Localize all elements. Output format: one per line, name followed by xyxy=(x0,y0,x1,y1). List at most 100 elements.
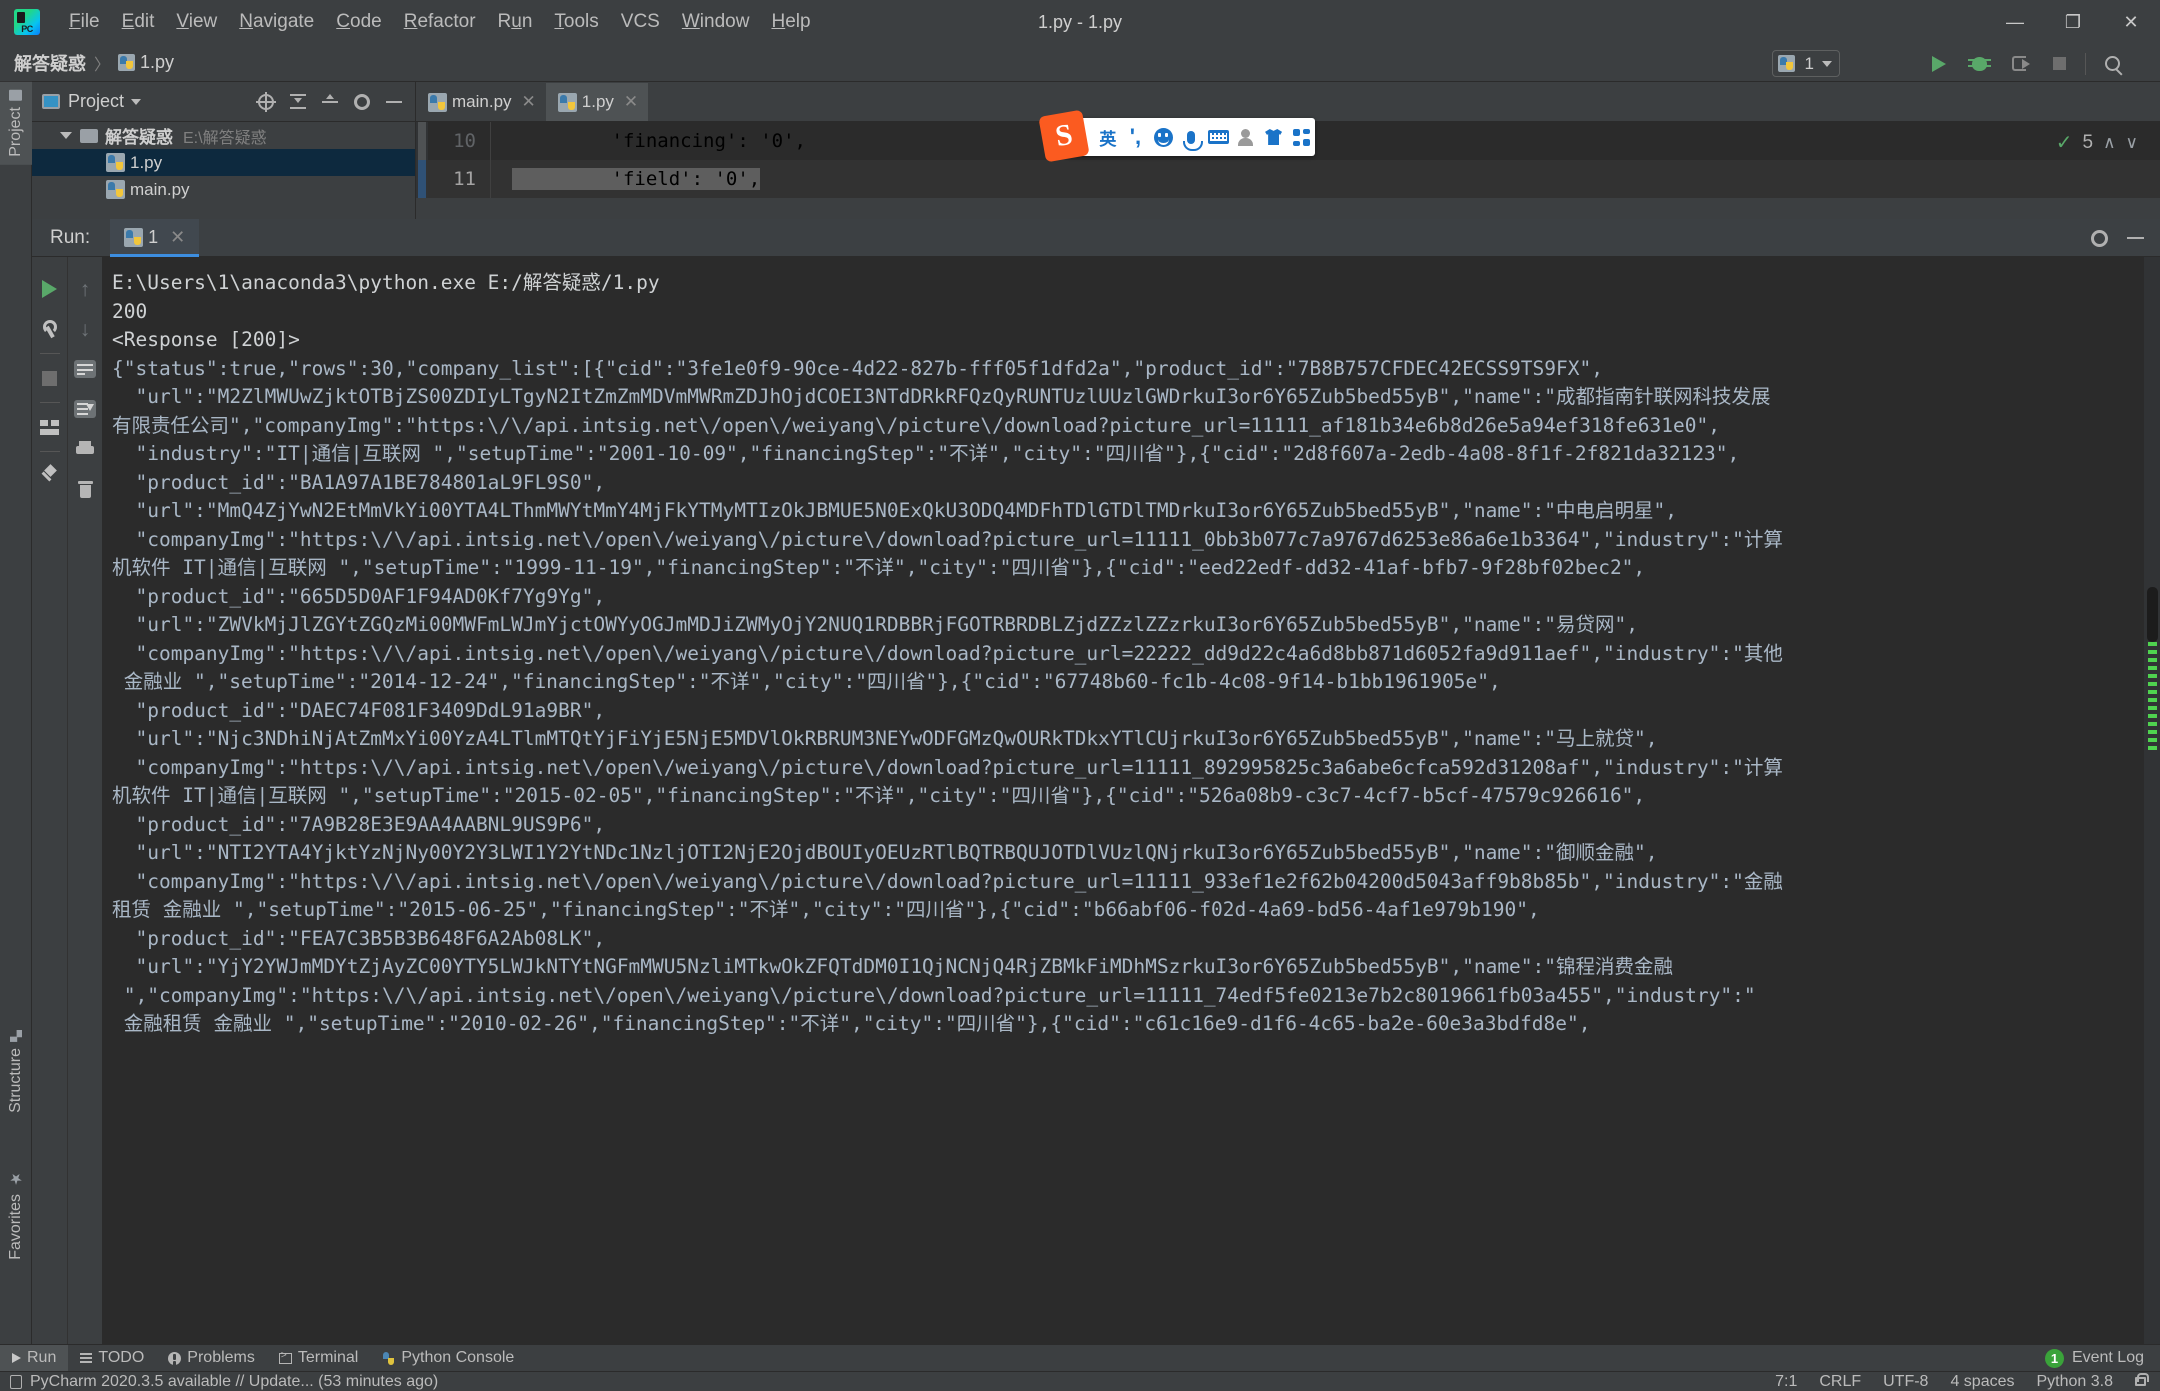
edit-configuration-button[interactable] xyxy=(34,309,66,349)
line-separator[interactable]: CRLF xyxy=(1819,1373,1861,1391)
menu-window[interactable]: Window xyxy=(671,7,761,37)
clear-all-button[interactable] xyxy=(69,469,101,509)
tree-node-label: 1.py xyxy=(130,152,163,172)
status-message-area[interactable]: PyCharm 2020.3.5 available // Update... … xyxy=(0,1373,438,1391)
tree-node-project-root[interactable]: 解答疑惑 E:\解答疑惑 xyxy=(32,122,415,149)
menu-edit[interactable]: Edit xyxy=(111,7,166,37)
menu-code[interactable]: Code xyxy=(325,7,392,37)
search-everywhere-button[interactable] xyxy=(2094,46,2130,82)
ime-voice-input-icon[interactable] xyxy=(1178,122,1204,152)
divider xyxy=(39,353,60,354)
rerun-button[interactable] xyxy=(34,269,66,309)
menu-refactor[interactable]: Refactor xyxy=(393,7,487,37)
file-encoding[interactable]: UTF-8 xyxy=(1883,1373,1928,1391)
soft-wrap-button[interactable] xyxy=(69,349,101,389)
ime-soft-keyboard-icon[interactable] xyxy=(1206,122,1232,152)
ime-app-grid-icon[interactable] xyxy=(1288,122,1314,152)
expand-all-button[interactable] xyxy=(315,87,345,117)
run-configuration-selector[interactable]: 1 xyxy=(1771,50,1840,77)
menu-run[interactable]: Run xyxy=(487,7,544,37)
layout-settings-button[interactable] xyxy=(34,407,66,447)
ime-skin-icon[interactable] xyxy=(1261,122,1287,152)
hide-project-button[interactable] xyxy=(379,87,409,117)
minimize-button[interactable]: — xyxy=(1986,0,2044,44)
sidebar-favorites-label: Favorites xyxy=(7,1194,24,1260)
menu-tools[interactable]: Tools xyxy=(543,7,609,37)
run-tab-1[interactable]: 1 ✕ xyxy=(110,218,200,257)
fold-gutter[interactable] xyxy=(490,160,512,198)
menu-help[interactable]: Help xyxy=(760,7,821,37)
close-icon[interactable]: ✕ xyxy=(522,92,536,112)
run-button[interactable] xyxy=(1921,46,1957,82)
ime-emoji-icon[interactable] xyxy=(1150,122,1176,152)
menu-vcs[interactable]: VCS xyxy=(610,7,671,37)
sidebar-item-project[interactable]: Project xyxy=(0,82,32,165)
bottom-tab-todo[interactable]: TODO xyxy=(68,1345,156,1372)
sidebar-item-favorites[interactable]: Favorites ★ xyxy=(0,1162,32,1268)
inspection-widget[interactable]: ✓ 5 ∧ ∨ xyxy=(2056,130,2138,155)
tree-node-mainpy[interactable]: main.py xyxy=(32,176,415,203)
project-panel-header: Project xyxy=(32,82,415,122)
console-line: "companyImg":"https:\/\/api.intsig.net\/… xyxy=(112,641,1783,665)
stop-process-button[interactable] xyxy=(34,358,66,398)
tab-main-py[interactable]: main.py ✕ xyxy=(416,83,546,121)
hide-run-window-button[interactable] xyxy=(2120,223,2150,253)
breadcrumb-file[interactable]: 1.py xyxy=(118,52,174,73)
event-log-button[interactable]: 1 Event Log xyxy=(2044,1348,2160,1368)
indent-setting[interactable]: 4 spaces xyxy=(1950,1373,2014,1391)
chevron-down-icon[interactable] xyxy=(131,98,142,105)
run-with-coverage-button[interactable] xyxy=(2001,46,2037,82)
menu-view[interactable]: View xyxy=(165,7,228,37)
project-settings-button[interactable] xyxy=(347,87,377,117)
bottom-tab-python-console[interactable]: Python Console xyxy=(370,1345,526,1372)
sogou-logo-icon[interactable]: S xyxy=(1038,109,1090,163)
close-icon[interactable]: ✕ xyxy=(170,227,185,248)
coverage-icon xyxy=(2012,56,2030,71)
console-line: "product_id":"DAEC74F081F3409DdL91a9BR", xyxy=(112,698,606,722)
console-line: 金融业 ","setupTime":"2014-12-24","financin… xyxy=(112,670,1501,693)
ime-english-mode-icon[interactable]: 英 xyxy=(1095,122,1121,152)
folder-icon xyxy=(80,128,98,143)
bottom-tab-problems[interactable]: Problems xyxy=(156,1345,267,1372)
bottom-tab-terminal[interactable]: Terminal xyxy=(267,1345,370,1372)
tree-node-1py[interactable]: 1.py xyxy=(32,149,415,176)
caret-position[interactable]: 7:1 xyxy=(1775,1373,1797,1391)
collapse-all-button[interactable] xyxy=(283,87,313,117)
console-output[interactable]: E:\Users\1\anaconda3\python.exe E:/解答疑惑/… xyxy=(102,257,2160,1344)
restore-button[interactable]: ❐ xyxy=(2044,0,2102,44)
scroll-to-end-button[interactable] xyxy=(69,389,101,429)
run-window-header: Run: 1 ✕ xyxy=(32,218,2160,257)
sidebar-item-structure[interactable]: Structure xyxy=(0,1022,32,1121)
scrollbar-thumb[interactable] xyxy=(2147,587,2158,642)
ime-user-profile-icon[interactable] xyxy=(1233,122,1259,152)
scroll-from-source-button[interactable] xyxy=(251,87,281,117)
scroll-up-button[interactable]: ↑ xyxy=(69,269,101,309)
bottom-tab-run[interactable]: Run xyxy=(0,1344,69,1372)
console-scrollbar[interactable] xyxy=(2144,257,2160,1344)
fold-gutter[interactable] xyxy=(490,122,512,160)
menu-navigate[interactable]: Navigate xyxy=(228,7,325,37)
gear-icon xyxy=(2090,229,2108,247)
event-log-badge: 1 xyxy=(2044,1348,2064,1368)
sogou-ime-toolbar[interactable]: S 英 ', xyxy=(1038,109,1315,163)
pin-tab-button[interactable] xyxy=(34,456,66,496)
lock-icon[interactable] xyxy=(2135,1373,2149,1386)
breadcrumb-project[interactable]: 解答疑惑 xyxy=(14,50,86,76)
next-problem-icon[interactable]: ∨ xyxy=(2126,133,2138,153)
run-settings-button[interactable] xyxy=(2084,223,2114,253)
close-icon[interactable]: ✕ xyxy=(624,92,638,112)
ime-punctuation-icon[interactable]: ', xyxy=(1123,122,1149,152)
python-interpreter[interactable]: Python 3.8 xyxy=(2037,1373,2114,1391)
console-line: "url":"YjY2YWJmMDYtZjAyZC00YTY5LWJkNTYtN… xyxy=(112,955,1674,978)
debug-button[interactable] xyxy=(1961,46,1997,82)
previous-problem-icon[interactable]: ∧ xyxy=(2103,133,2115,153)
menu-file[interactable]: File xyxy=(58,7,111,37)
close-button[interactable]: ✕ xyxy=(2102,0,2160,44)
print-button[interactable] xyxy=(69,429,101,469)
stop-icon xyxy=(2052,57,2066,70)
tab-1-py[interactable]: 1.py ✕ xyxy=(545,83,649,121)
terminal-icon xyxy=(278,1350,292,1364)
scroll-down-button[interactable]: ↓ xyxy=(69,309,101,349)
stop-button[interactable] xyxy=(2041,46,2077,82)
target-icon xyxy=(256,91,276,112)
